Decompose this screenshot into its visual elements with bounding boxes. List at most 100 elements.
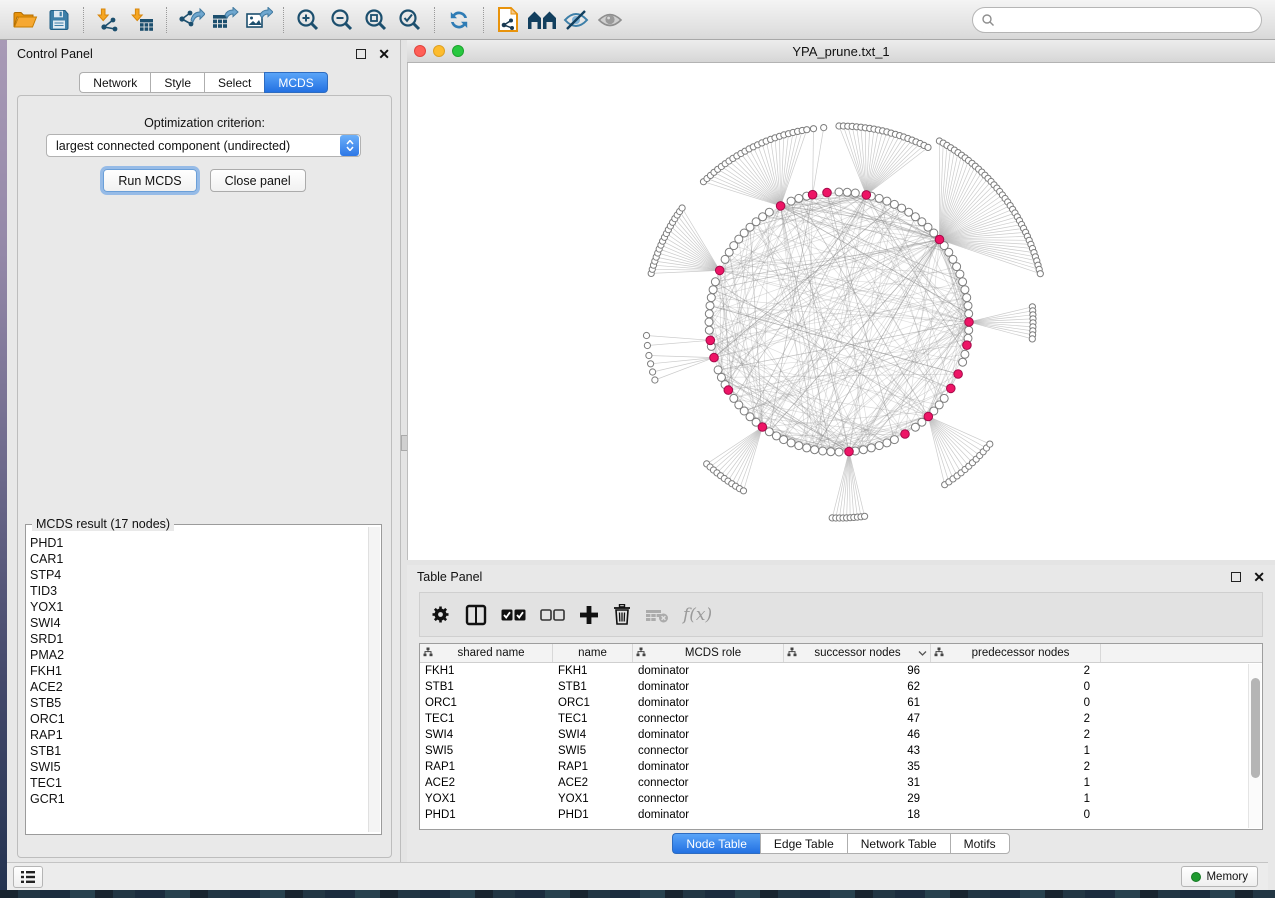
- tab-network-table[interactable]: Network Table: [847, 833, 950, 854]
- table-cell[interactable]: 31: [784, 775, 931, 791]
- mcds-result-item[interactable]: STB5: [30, 695, 367, 711]
- table-scrollbar-thumb[interactable]: [1251, 678, 1260, 778]
- close-panel-button[interactable]: Close panel: [210, 169, 306, 192]
- close-panel-icon[interactable]: ✕: [378, 49, 390, 59]
- mcds-result-item[interactable]: SWI4: [30, 615, 367, 631]
- table-cell[interactable]: 1: [931, 743, 1101, 759]
- table-cell[interactable]: dominator: [633, 727, 784, 743]
- table-row[interactable]: FKH1FKH1dominator962: [420, 663, 1262, 679]
- show-all-button[interactable]: [593, 4, 627, 36]
- table-cell[interactable]: 29: [784, 791, 931, 807]
- table-cell[interactable]: 1: [931, 791, 1101, 807]
- mcds-result-item[interactable]: PHD1: [30, 535, 367, 551]
- mcds-result-item[interactable]: CAR1: [30, 551, 367, 567]
- table-cell[interactable]: 61: [784, 695, 931, 711]
- zoom-fit-content-button[interactable]: [359, 4, 393, 36]
- table-row[interactable]: SWI4SWI4dominator462: [420, 727, 1262, 743]
- tab-network[interactable]: Network: [79, 72, 150, 93]
- export-table-button[interactable]: [208, 4, 242, 36]
- table-cell[interactable]: SWI4: [420, 727, 553, 743]
- table-cell[interactable]: RAP1: [420, 759, 553, 775]
- import-network-button[interactable]: [91, 4, 125, 36]
- select-all-columns-button[interactable]: [501, 609, 526, 621]
- mcds-result-item[interactable]: SWI5: [30, 759, 367, 775]
- table-row[interactable]: ACE2ACE2connector311: [420, 775, 1262, 791]
- table-cell[interactable]: FKH1: [553, 663, 633, 679]
- import-table-button[interactable]: [125, 4, 159, 36]
- table-row[interactable]: SWI5SWI5connector431: [420, 743, 1262, 759]
- table-cell[interactable]: PHD1: [553, 807, 633, 823]
- table-cell[interactable]: SWI4: [553, 727, 633, 743]
- table-cell[interactable]: PHD1: [420, 807, 553, 823]
- zoom-in-button[interactable]: [291, 4, 325, 36]
- table-cell[interactable]: dominator: [633, 695, 784, 711]
- tab-style[interactable]: Style: [150, 72, 204, 93]
- export-image-button[interactable]: [242, 4, 276, 36]
- table-cell[interactable]: 43: [784, 743, 931, 759]
- table-cell[interactable]: RAP1: [553, 759, 633, 775]
- table-cell[interactable]: 1: [931, 775, 1101, 791]
- network-window-titlebar[interactable]: YPA_prune.txt_1: [407, 40, 1275, 63]
- table-cell[interactable]: connector: [633, 791, 784, 807]
- table-cell[interactable]: 2: [931, 759, 1101, 775]
- search-field[interactable]: [972, 7, 1262, 33]
- table-scrollbar[interactable]: [1248, 664, 1261, 828]
- table-cell[interactable]: ACE2: [420, 775, 553, 791]
- table-cell[interactable]: ORC1: [420, 695, 553, 711]
- table-cell[interactable]: SWI5: [420, 743, 553, 759]
- table-cell[interactable]: 18: [784, 807, 931, 823]
- tab-node-table[interactable]: Node Table: [672, 833, 760, 854]
- mcds-result-item[interactable]: ORC1: [30, 711, 367, 727]
- vertical-splitter[interactable]: [400, 40, 407, 862]
- criterion-select[interactable]: largest connected component (undirected): [46, 134, 361, 157]
- column-header-successor-nodes[interactable]: successor nodes: [784, 644, 931, 662]
- table-cell[interactable]: connector: [633, 743, 784, 759]
- table-cell[interactable]: connector: [633, 711, 784, 727]
- table-cell[interactable]: dominator: [633, 759, 784, 775]
- table-cell[interactable]: TEC1: [420, 711, 553, 727]
- search-input[interactable]: [995, 12, 1253, 28]
- tab-select[interactable]: Select: [204, 72, 264, 93]
- create-column-button[interactable]: [579, 605, 599, 625]
- mcds-result-item[interactable]: SRD1: [30, 631, 367, 647]
- table-cell[interactable]: 2: [931, 663, 1101, 679]
- memory-button[interactable]: Memory: [1181, 866, 1258, 887]
- table-cell[interactable]: YOX1: [553, 791, 633, 807]
- column-header-MCDS-role[interactable]: MCDS role: [633, 644, 784, 662]
- table-cell[interactable]: 0: [931, 807, 1101, 823]
- tab-motifs[interactable]: Motifs: [950, 833, 1010, 854]
- table-row[interactable]: STB1STB1dominator620: [420, 679, 1262, 695]
- tab-edge-table[interactable]: Edge Table: [760, 833, 847, 854]
- column-header-shared-name[interactable]: shared name: [420, 644, 553, 662]
- node-table[interactable]: shared namenameMCDS rolesuccessor nodesp…: [419, 643, 1263, 830]
- table-cell[interactable]: ACE2: [553, 775, 633, 791]
- first-neighbors-button[interactable]: [525, 4, 559, 36]
- mcds-result-item[interactable]: RAP1: [30, 727, 367, 743]
- column-header-name[interactable]: name: [553, 644, 633, 662]
- mcds-result-list[interactable]: PHD1CAR1STP4TID3YOX1SWI4SRD1PMA2FKH1ACE2…: [30, 535, 367, 832]
- table-cell[interactable]: 62: [784, 679, 931, 695]
- delete-columns-button[interactable]: [613, 604, 631, 625]
- table-cell[interactable]: SWI5: [553, 743, 633, 759]
- table-cell[interactable]: 47: [784, 711, 931, 727]
- close-table-panel-icon[interactable]: ✕: [1253, 572, 1265, 582]
- table-cell[interactable]: STB1: [420, 679, 553, 695]
- mcds-result-item[interactable]: TEC1: [30, 775, 367, 791]
- table-cell[interactable]: 0: [931, 695, 1101, 711]
- column-header-predecessor-nodes[interactable]: predecessor nodes: [931, 644, 1101, 662]
- table-settings-button[interactable]: [430, 604, 451, 625]
- table-row[interactable]: PHD1PHD1dominator180: [420, 807, 1262, 823]
- mcds-result-item[interactable]: STB1: [30, 743, 367, 759]
- table-cell[interactable]: TEC1: [553, 711, 633, 727]
- tab-mcds[interactable]: MCDS: [264, 72, 327, 93]
- table-cell[interactable]: dominator: [633, 807, 784, 823]
- mcds-result-item[interactable]: STP4: [30, 567, 367, 583]
- table-row[interactable]: YOX1YOX1connector291: [420, 791, 1262, 807]
- toggle-table-layout-button[interactable]: [465, 604, 487, 626]
- table-cell[interactable]: 46: [784, 727, 931, 743]
- mcds-result-item[interactable]: ACE2: [30, 679, 367, 695]
- mcds-result-item[interactable]: PMA2: [30, 647, 367, 663]
- table-row[interactable]: TEC1TEC1connector472: [420, 711, 1262, 727]
- mcds-result-item[interactable]: YOX1: [30, 599, 367, 615]
- table-cell[interactable]: 2: [931, 711, 1101, 727]
